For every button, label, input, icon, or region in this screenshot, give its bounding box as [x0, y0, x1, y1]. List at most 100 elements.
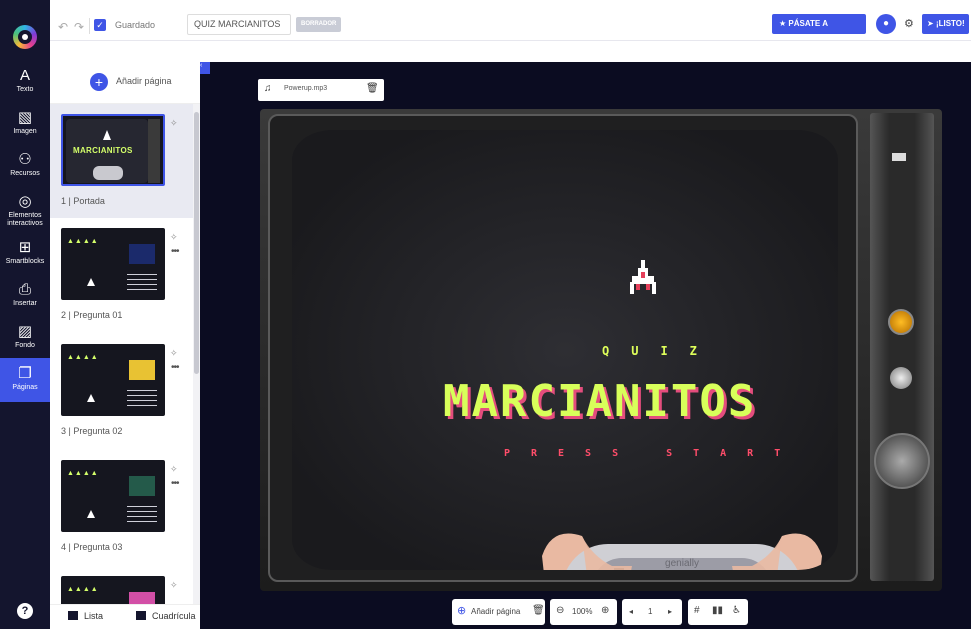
avatar[interactable]: ●	[876, 14, 896, 34]
send-icon: ➤	[927, 19, 936, 28]
game-cover: QUIZ MARCIANITOS PRESS START genially	[292, 130, 838, 570]
rail-item-text[interactable]: A Texto	[0, 68, 50, 96]
ready-button[interactable]: ➤ ¡LISTO!	[922, 14, 969, 34]
rail-item-smartblocks[interactable]: ⊞ Smartblocks	[0, 240, 50, 270]
top-bar: ↶ ↷ ✓ Guardado QUIZ MARCIANITOS BORRADOR…	[50, 0, 971, 62]
smartblocks-icon: ⊞	[18, 239, 32, 256]
page-thumbnail: ▲▲▲▲	[61, 344, 165, 416]
magic-wand-icon[interactable]: ✧	[170, 580, 178, 591]
saved-status: Guardado	[115, 20, 156, 30]
spaceship-icon	[630, 260, 656, 294]
add-page-bottom-button[interactable]: ⊕ Añadir página 🗑	[452, 599, 545, 625]
page-item-5[interactable]: ▲▲▲▲ ✧	[50, 566, 193, 604]
pages-icon: ❐	[18, 365, 32, 382]
retro-tv: QUIZ MARCIANITOS PRESS START genially	[260, 109, 942, 591]
plus-circle-icon: ⊕	[457, 605, 467, 617]
tab-grid[interactable]: Cuadrícula	[136, 611, 196, 621]
list-icon	[68, 611, 78, 620]
more-options-icon[interactable]: •••	[171, 362, 179, 373]
rail-item-image[interactable]: ▧ Imagen	[0, 110, 50, 140]
controller-icon	[93, 166, 123, 180]
quiz-text[interactable]: QUIZ	[602, 344, 719, 358]
aliens-icon: ▲▲▲▲	[67, 238, 99, 245]
divider	[89, 18, 90, 34]
settings-gear-icon[interactable]: ⚙	[904, 17, 914, 30]
page-number[interactable]: 1	[648, 607, 652, 616]
rail-item-resources[interactable]: ⚇ Recursos	[0, 152, 50, 182]
aliens-icon: ▲▲▲▲	[67, 354, 99, 361]
ship-icon	[87, 394, 95, 402]
aliens-icon: ▲▲▲▲	[67, 470, 99, 477]
magic-wand-icon[interactable]: ✧	[170, 118, 178, 129]
aliens-icon: ▲▲▲▲	[67, 586, 99, 593]
star-icon: ★	[779, 19, 789, 28]
saved-check-icon: ✓	[94, 19, 106, 31]
redo-icon[interactable]: ↷	[74, 20, 84, 34]
press-start-text[interactable]: PRESS START	[504, 448, 801, 459]
tv-knob-gold-icon	[888, 309, 914, 335]
rail-item-insert[interactable]: ⎙ Insertar	[0, 282, 50, 312]
rail-item-background[interactable]: ▨ Fondo	[0, 324, 50, 354]
tv-dial-icon	[874, 433, 930, 489]
thumb-title: MARCIANITOS	[73, 146, 133, 155]
image-icon: ▧	[17, 109, 33, 126]
undo-icon[interactable]: ↶	[58, 20, 68, 34]
add-page-button[interactable]: + Añadir página	[50, 62, 200, 104]
scrollbar-thumb[interactable]	[194, 112, 199, 374]
page-thumbnail: MARCIANITOS	[61, 114, 165, 186]
page-item-3[interactable]: ▲▲▲▲ ✧ ••• 3 | Pregunta 02	[50, 334, 193, 448]
ship-icon	[87, 278, 95, 286]
resources-icon: ⚇	[18, 151, 32, 168]
pages-scrollbar[interactable]	[193, 104, 200, 604]
controller-brand: genially	[665, 558, 699, 569]
tab-list[interactable]: Lista	[68, 611, 103, 621]
ship-icon	[87, 510, 95, 518]
premium-button[interactable]: ★ PÁSATE A PREMIUM	[772, 14, 866, 48]
page-item-4[interactable]: ▲▲▲▲ ✧ ••• 4 | Pregunta 03	[50, 450, 193, 564]
controller-hands-image[interactable]: genially	[522, 466, 838, 570]
more-options-icon[interactable]: •••	[171, 246, 179, 257]
more-options-icon[interactable]: •••	[171, 478, 179, 489]
zoom-out-icon[interactable]: ⊖	[556, 605, 564, 616]
magic-wand-icon[interactable]: ✧	[170, 464, 178, 475]
text-icon: A	[19, 67, 30, 84]
collapse-panel-icon[interactable]: ‹	[200, 62, 210, 74]
prev-page-icon[interactable]: ◂	[629, 607, 633, 616]
page-navigator: ◂ 1 ▸	[622, 599, 682, 625]
tv-screen: QUIZ MARCIANITOS PRESS START genially	[292, 130, 838, 570]
project-title-input[interactable]: QUIZ MARCIANITOS	[187, 14, 291, 35]
rail-item-interactive[interactable]: ◎ Elementos interactivos	[0, 194, 50, 230]
page-item-2[interactable]: ▲▲▲▲ ✧ ••• 2 | Pregunta 01	[50, 218, 193, 332]
rail-item-pages[interactable]: ❐ Páginas	[0, 358, 50, 402]
magic-wand-icon[interactable]: ✧	[170, 348, 178, 359]
page-item-1[interactable]: MARCIANITOS ✧ 1 | Portada	[50, 104, 193, 218]
grid-hash-icon[interactable]: #	[694, 605, 700, 616]
game-title[interactable]: MARCIANITOS	[443, 376, 756, 427]
audio-element[interactable]: ♫ Powerup.mp3 🗑	[258, 79, 384, 101]
interactive-icon: ◎	[18, 193, 32, 210]
genially-logo-icon[interactable]	[13, 25, 37, 49]
ship-icon	[103, 130, 111, 140]
page-thumbnail: ▲▲▲▲	[61, 460, 165, 532]
plus-icon: +	[90, 73, 108, 91]
help-icon[interactable]: ?	[17, 603, 33, 619]
magic-wand-icon[interactable]: ✧	[170, 232, 178, 243]
page-thumbnail: ▲▲▲▲	[61, 228, 165, 300]
trash-icon[interactable]: 🗑	[366, 83, 379, 94]
grid-icon	[136, 611, 146, 620]
pages-panel: + Añadir página MARCIANITOS ✧ 1 | Portad…	[50, 62, 200, 629]
next-page-icon[interactable]: ▸	[668, 607, 672, 616]
trash-icon[interactable]: 🗑	[532, 605, 545, 616]
zoom-controls: ⊖ 100% ⊕	[550, 599, 617, 625]
editor-canvas[interactable]: ‹ ♫ Powerup.mp3 🗑 QUIZ MARCIANITOS PRESS…	[200, 62, 971, 629]
tv-badge	[892, 153, 906, 161]
music-note-icon: ♫	[264, 83, 272, 94]
columns-icon[interactable]: ▮▮	[712, 605, 723, 616]
tv-knob-silver-icon	[890, 367, 912, 389]
zoom-in-icon[interactable]: ⊕	[601, 605, 609, 616]
panel-view-tabs: Lista Cuadrícula	[50, 604, 200, 629]
accessibility-icon[interactable]: ♿	[732, 605, 741, 616]
left-rail: A Texto ▧ Imagen ⚇ Recursos ◎ Elementos …	[0, 0, 50, 629]
page-thumbnail: ▲▲▲▲	[61, 576, 165, 604]
view-tools: # ▮▮ ♿	[688, 599, 748, 625]
